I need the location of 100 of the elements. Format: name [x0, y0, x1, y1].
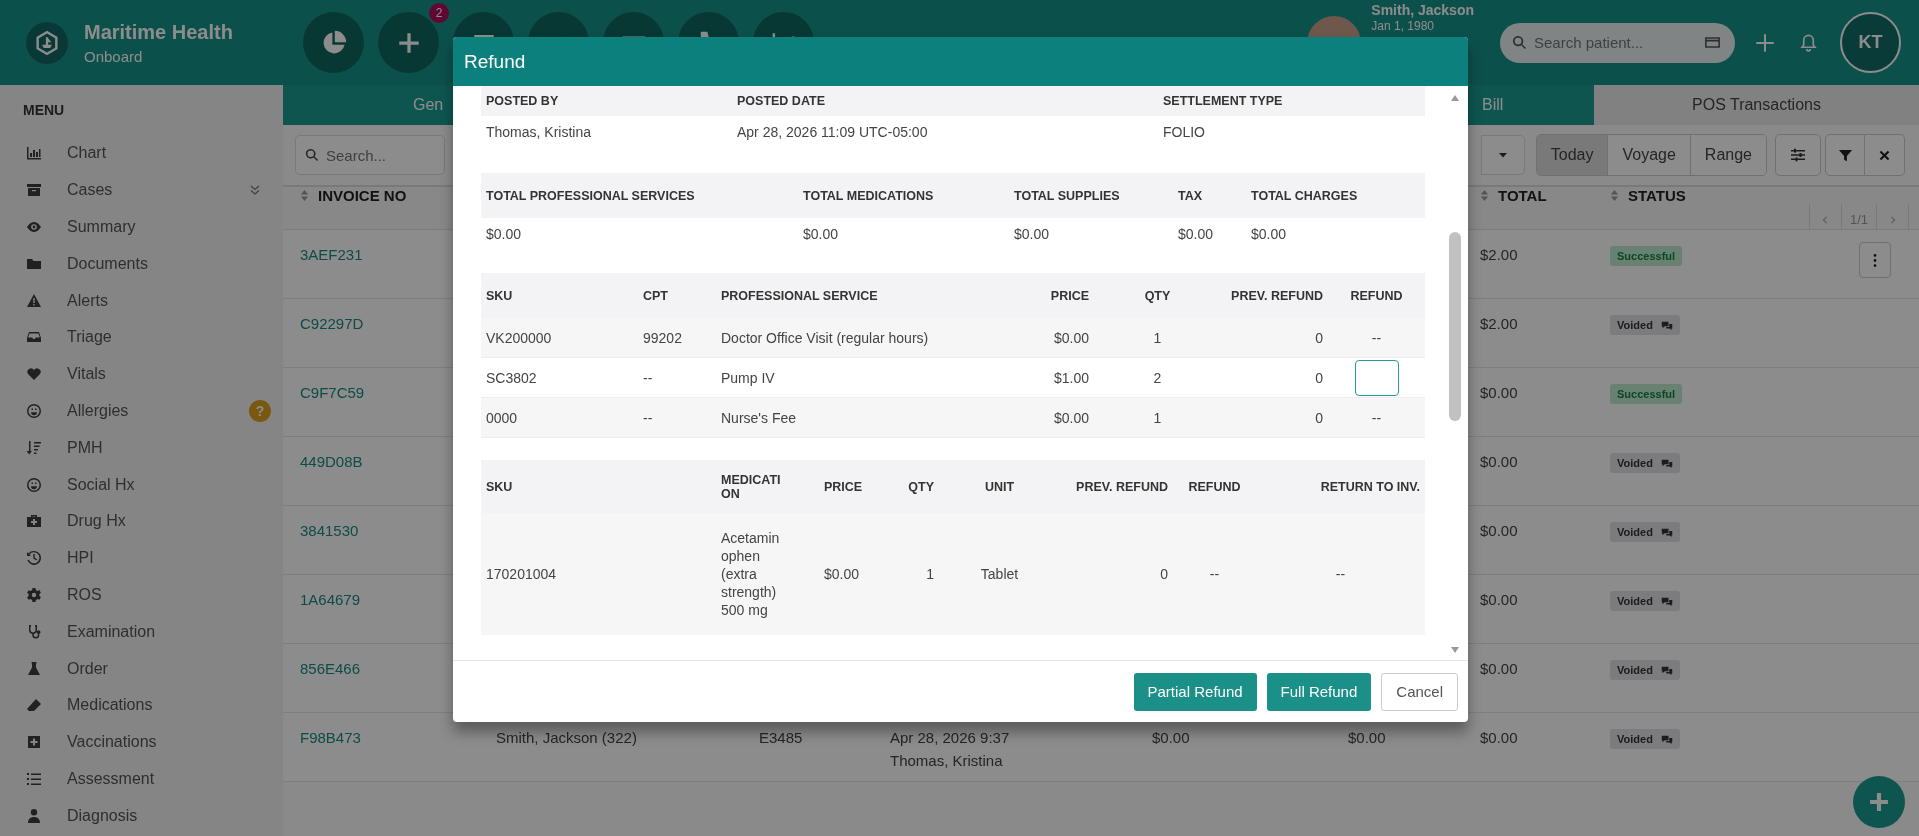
menu-item[interactable]: Social Hx [0, 466, 283, 503]
refund-input-field[interactable] [1354, 359, 1399, 396]
menu-item[interactable]: Drug Hx [0, 502, 283, 540]
tab[interactable]: Gen [283, 85, 453, 125]
menu-item[interactable]: PMH [0, 429, 283, 467]
menu-item[interactable]: Diagnosis [0, 797, 283, 835]
menu-item[interactable]: Examination [0, 613, 283, 651]
table-cell: -- [1256, 513, 1425, 635]
table-cell-text: Apr 28, 2026 9:37 [890, 729, 1011, 746]
menu-item[interactable]: ROS [0, 576, 283, 614]
status-badge: Voided [1610, 453, 1680, 473]
patient-search-field[interactable]: Search patient... [1500, 22, 1735, 63]
table-cell: 1 [889, 513, 939, 635]
eraser-icon [26, 697, 42, 714]
menu-item[interactable]: Cases [0, 171, 283, 209]
table-cell: 170201004 [481, 513, 716, 635]
invoice-link[interactable]: F98B473 [300, 729, 496, 746]
patient-name: Smith, Jackson [1371, 1, 1474, 18]
table-cell: Tablet [939, 513, 1060, 635]
menu-item[interactable]: Assessment [0, 760, 283, 798]
status-badge: Voided [1610, 660, 1680, 680]
comment-icon [1660, 319, 1673, 331]
user-icon [26, 807, 42, 824]
refund-button[interactable]: Full Refund [1266, 672, 1372, 711]
menu-item[interactable]: Vaccinations [0, 723, 283, 761]
sort-icon [1480, 189, 1489, 202]
column-header: TOTAL MEDICATIONS [798, 173, 1009, 218]
table-cell-text: FOLIO [1162, 123, 1206, 142]
menu-item[interactable]: Summary [0, 208, 283, 246]
comment-icon [1660, 526, 1673, 538]
menu-item[interactable]: Medications [0, 686, 283, 724]
table-cell: Smith, Jackson (322) [496, 729, 637, 746]
column-header: QTY [1094, 273, 1221, 318]
column-header: TOTAL SUPPLIES [1009, 173, 1173, 218]
caret-icon [1497, 150, 1508, 160]
menu-item[interactable]: Triage [0, 319, 283, 356]
more-icon [1873, 253, 1877, 267]
sort-icon [26, 439, 42, 456]
menu-item[interactable]: Vitals [0, 355, 283, 393]
menu-title: MENU [22, 101, 66, 120]
column-header: PREV. REFUND [1060, 460, 1173, 513]
menu-item[interactable]: Documents [0, 245, 283, 283]
range-button[interactable]: Today [1536, 135, 1609, 175]
table-cell: E3485 [759, 729, 803, 746]
table-cell: 0000 [481, 398, 638, 438]
column-header: POSTED BY [481, 86, 732, 116]
history-icon [26, 550, 42, 567]
column-header[interactable]: STATUS [1610, 187, 1859, 204]
table-cell: $0.00 [1023, 318, 1094, 358]
table-cell-text: $0.00 [802, 225, 840, 244]
clear-button[interactable] [1865, 134, 1905, 176]
scroll-up-icon [1450, 94, 1460, 102]
refund-button[interactable]: Partial Refund [1133, 672, 1257, 711]
column-header: TOTAL PROFESSIONAL SERVICES [481, 173, 798, 218]
table-cell: 0 [1060, 513, 1173, 635]
more-button[interactable] [1859, 242, 1891, 278]
scroll-thumb[interactable] [1449, 232, 1461, 421]
cancel-button[interactable]: Cancel [1381, 672, 1458, 711]
search-icon [305, 148, 319, 162]
table-cell: -- [1173, 513, 1256, 635]
smiley-icon [26, 476, 42, 493]
status-badge: Voided [1610, 729, 1680, 749]
list-icon [26, 770, 42, 787]
notification-badge: 2 [429, 3, 449, 23]
menu-item[interactable]: Order [0, 650, 283, 687]
table-cell-text: Apr 28, 2026 11:09 UTC-05:00 [736, 123, 929, 142]
dropdown-field[interactable] [1480, 135, 1525, 175]
tab[interactable]: Bill [1468, 85, 1594, 125]
gear-icon [26, 586, 42, 603]
table-cell: -- [1371, 409, 1382, 426]
search-icon [1512, 34, 1527, 50]
column-header: POSTED DATE [732, 86, 1158, 116]
table-cell-text: Thomas, Kristina [890, 752, 1004, 769]
dialog-title: Refund [453, 37, 1468, 86]
stethoscope-icon [26, 623, 42, 640]
app-subtitle: Onboard [84, 47, 144, 65]
smiley-icon [26, 402, 42, 419]
add-button[interactable] [1853, 776, 1905, 828]
column-header: REFUND [1328, 273, 1425, 318]
table-cell: Doctor Office Visit (regular hours) [716, 318, 1023, 358]
menu-item[interactable]: HPI [0, 539, 283, 577]
menu-item[interactable]: Allergies ? [0, 392, 283, 430]
table-cell: 0 [1221, 318, 1328, 358]
column-header: RETURN TO INV. [1256, 460, 1425, 513]
table-cell-text: $0.00 [1250, 225, 1288, 244]
bar-chart-icon [26, 145, 42, 162]
search-field[interactable]: Search... [295, 135, 445, 175]
sort-icon [1610, 189, 1619, 202]
chevron-right-icon [1888, 216, 1897, 224]
column-header: PRICE [1023, 273, 1094, 318]
table-cell-text: $0.00 [485, 225, 523, 244]
comment-icon [1660, 733, 1673, 745]
comment-icon [1660, 595, 1673, 607]
sliders-icon [1790, 147, 1806, 163]
table-cell: $2.00 [1480, 315, 1518, 332]
menu-item[interactable]: Chart [0, 135, 283, 172]
column-header[interactable]: TOTAL [1480, 187, 1610, 204]
settings-button[interactable] [1775, 134, 1821, 176]
menu-item[interactable]: Alerts [0, 282, 283, 319]
filter-button[interactable] [1825, 134, 1865, 176]
